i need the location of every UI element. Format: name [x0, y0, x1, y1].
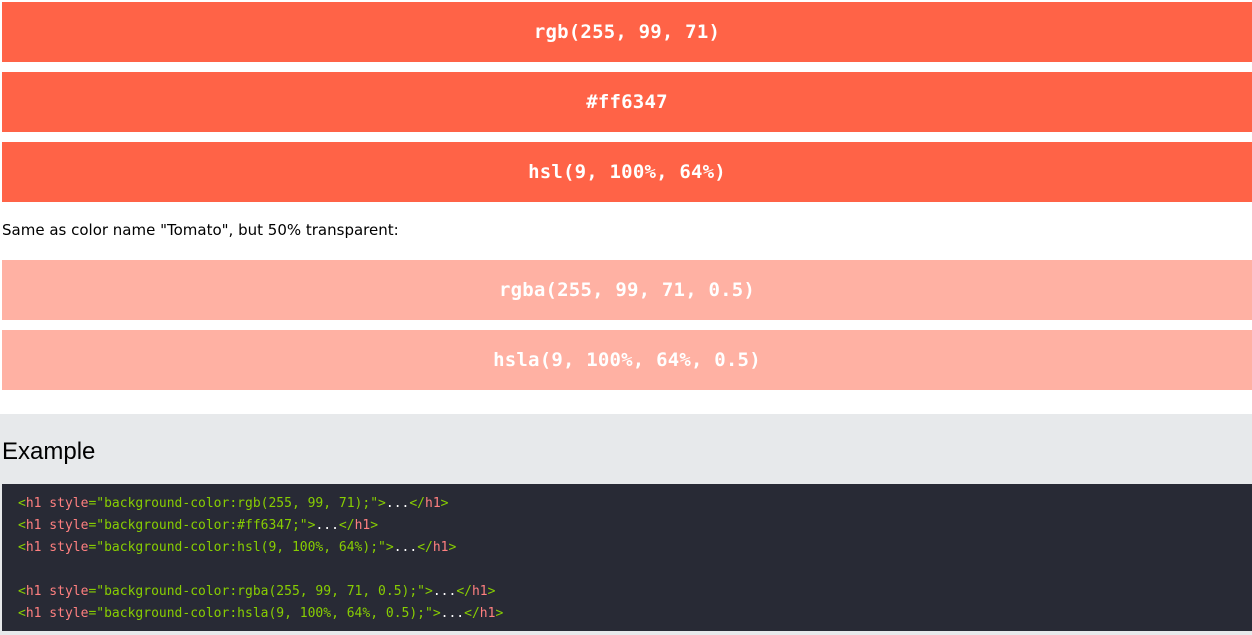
code-tag: h1: [25, 518, 42, 533]
code-tag: h1: [432, 540, 449, 555]
swatch-label: #ff6347: [586, 91, 668, 113]
example-heading: Example: [2, 438, 96, 465]
code-bracket: </: [409, 496, 426, 511]
code-bracket: >: [495, 606, 504, 621]
code-text: ...: [440, 606, 465, 621]
code-bracket: >: [385, 540, 394, 555]
code-tag: h1: [471, 584, 488, 599]
code-bracket: <: [18, 496, 26, 511]
code-tag: h1: [25, 606, 42, 621]
code-bracket: >: [378, 496, 386, 511]
transparency-note: Same as color name "Tomato", but 50% tra…: [2, 221, 399, 239]
color-swatch-hsla: hsla(9, 100%, 64%, 0.5): [2, 330, 1252, 390]
code-value: "background-color:hsl(9, 100%, 64%);": [96, 540, 386, 555]
code-bracket: <: [18, 584, 26, 599]
code-bracket: >: [370, 518, 379, 533]
code-bracket: >: [440, 496, 449, 511]
code-text: ...: [393, 540, 418, 555]
code-tag: h1: [25, 540, 42, 555]
swatch-label: rgba(255, 99, 71, 0.5): [498, 279, 756, 301]
color-swatch-rgb: rgb(255, 99, 71): [2, 2, 1252, 62]
code-attr: style: [41, 606, 89, 621]
code-bracket: </: [456, 584, 472, 599]
code-tag: h1: [25, 584, 42, 599]
code-line: <h1 style="background-color:rgb(255, 99,…: [18, 493, 1252, 515]
code-tag: h1: [425, 496, 441, 511]
code-line: <h1 style="background-color:rgba(255, 99…: [18, 581, 1252, 603]
swatch-label: hsla(9, 100%, 64%, 0.5): [493, 349, 761, 371]
code-tag: h1: [479, 606, 496, 621]
swatch-label: rgb(255, 99, 71): [533, 21, 721, 43]
code-line: <h1 style="background-color:hsl(9, 100%,…: [18, 537, 1252, 559]
code-attr: style: [41, 584, 89, 599]
code-attr: style: [41, 518, 89, 533]
code-bracket: </: [417, 540, 433, 555]
code-bracket: </: [464, 606, 480, 621]
code-bracket: >: [432, 606, 441, 621]
example-panel: Example <h1 style="background-color:rgb(…: [0, 414, 1252, 635]
code-attr: style: [41, 540, 89, 555]
code-bracket: >: [448, 540, 457, 555]
code-bracket: </: [338, 518, 355, 533]
code-value: "background-color:hsla(9, 100%, 64%, 0.5…: [96, 606, 433, 621]
code-bracket: >: [487, 584, 496, 599]
color-swatch-hex: #ff6347: [2, 72, 1252, 132]
code-bracket: >: [425, 584, 433, 599]
code-text: ...: [432, 584, 457, 599]
code-attr: style: [41, 496, 89, 511]
code-line: <h1 style="background-color:#ff6347;">..…: [18, 515, 1252, 537]
code-text: ...: [315, 518, 339, 533]
code-tag: h1: [354, 518, 371, 533]
page: rgb(255, 99, 71) #ff6347 hsl(9, 100%, 64…: [0, 0, 1252, 635]
code-value: "background-color:rgba(255, 99, 71, 0.5)…: [96, 584, 426, 599]
code-block[interactable]: <h1 style="background-color:rgb(255, 99,…: [2, 484, 1252, 631]
code-value: "background-color:rgb(255, 99, 71);": [96, 496, 379, 511]
swatch-label: hsl(9, 100%, 64%): [528, 161, 726, 183]
code-text: ...: [385, 496, 410, 511]
code-bracket: <: [18, 540, 26, 555]
code-line: <h1 style="background-color:hsla(9, 100%…: [18, 603, 1252, 625]
color-swatch-hsl: hsl(9, 100%, 64%): [2, 142, 1252, 202]
color-swatch-rgba: rgba(255, 99, 71, 0.5): [2, 260, 1252, 320]
code-bracket: <: [18, 518, 26, 533]
code-bracket: <: [18, 606, 26, 621]
code-tag: h1: [25, 496, 42, 511]
code-value: "background-color:#ff6347;": [96, 518, 308, 533]
